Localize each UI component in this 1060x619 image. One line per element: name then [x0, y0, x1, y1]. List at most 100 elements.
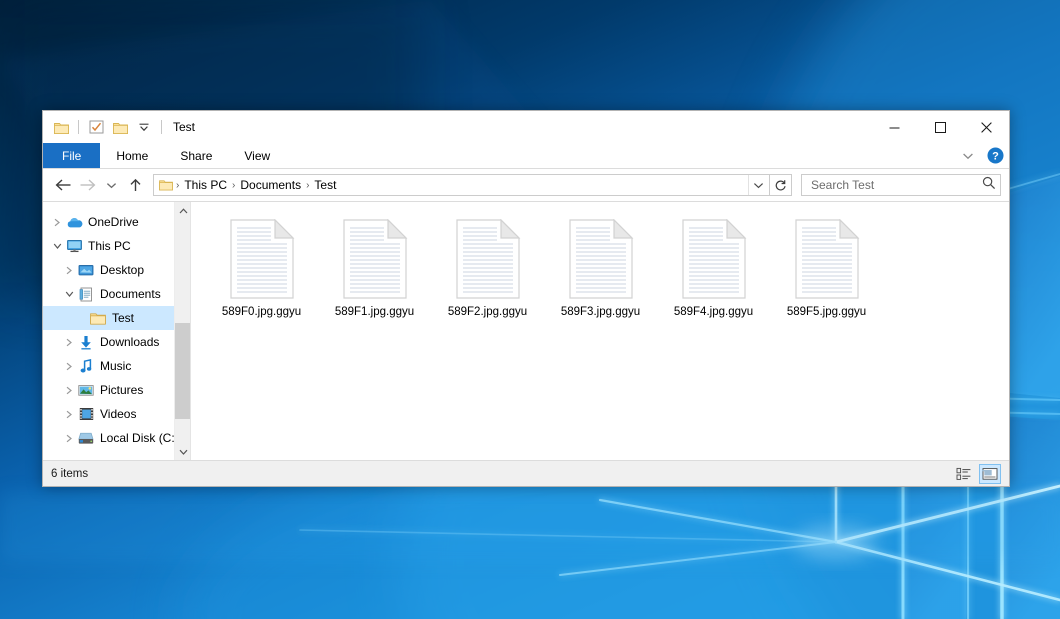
back-button[interactable]	[51, 173, 75, 197]
new-folder-icon[interactable]	[110, 117, 130, 137]
large-icons-view-button[interactable]	[979, 464, 1001, 484]
generic-file-icon	[455, 219, 521, 299]
search-icon[interactable]	[982, 176, 996, 195]
file-list-area[interactable]: 589F0.jpg.ggyu	[191, 202, 1009, 460]
breadcrumb-this-pc[interactable]: This PC	[180, 178, 231, 192]
sidebar-item-pictures[interactable]: Pictures	[43, 378, 190, 402]
close-button[interactable]	[963, 111, 1009, 143]
breadcrumb-documents[interactable]: Documents	[236, 178, 305, 192]
svg-text:?: ?	[992, 150, 999, 162]
sidebar-item-onedrive[interactable]: OneDrive	[43, 210, 190, 234]
folder-icon	[89, 310, 107, 326]
tab-view[interactable]: View	[228, 143, 286, 168]
desktop-icon	[77, 262, 95, 278]
ribbon-right-controls: ?	[957, 143, 1005, 168]
sidebar-item-label: This PC	[88, 239, 131, 253]
sidebar-item-label: Music	[100, 359, 131, 373]
navigation-pane-scrollbar[interactable]	[174, 202, 190, 460]
view-mode-buttons	[953, 461, 1001, 486]
scroll-up-arrow-icon[interactable]	[175, 202, 191, 219]
search-input[interactable]	[809, 177, 982, 193]
file-name-label: 589F4.jpg.ggyu	[674, 306, 753, 318]
minimize-button[interactable]	[871, 111, 917, 143]
details-view-button[interactable]	[953, 464, 975, 484]
file-name-label: 589F2.jpg.ggyu	[448, 306, 527, 318]
sidebar-item-label: Videos	[100, 407, 136, 421]
sidebar-item-music[interactable]: Music	[43, 354, 190, 378]
ribbon-tab-bar: File Home Share View ?	[43, 143, 1009, 169]
file-item[interactable]: 589F1.jpg.ggyu	[318, 216, 431, 324]
sidebar-item-test[interactable]: Test	[43, 306, 190, 330]
chevron-right-icon[interactable]	[61, 354, 77, 378]
file-name-label: 589F5.jpg.ggyu	[787, 306, 866, 318]
generic-file-icon	[794, 219, 860, 299]
chevron-right-icon[interactable]	[61, 378, 77, 402]
recent-locations-chevron-down-icon[interactable]	[99, 173, 123, 197]
scroll-down-arrow-icon[interactable]	[175, 443, 191, 460]
tab-home[interactable]: Home	[100, 143, 164, 168]
sidebar-item-label: Desktop	[100, 263, 144, 277]
file-item[interactable]: 589F3.jpg.ggyu	[544, 216, 657, 324]
sidebar-item-label: Test	[112, 311, 134, 325]
sidebar-item-label: Downloads	[100, 335, 159, 349]
sidebar-item-videos[interactable]: Videos	[43, 402, 190, 426]
status-bar: 6 items	[43, 460, 1009, 486]
scrollbar-thumb[interactable]	[175, 323, 191, 419]
file-item[interactable]: 589F4.jpg.ggyu	[657, 216, 770, 324]
sidebar-item-downloads[interactable]: Downloads	[43, 330, 190, 354]
navigation-pane: OneDrive This PC	[43, 202, 191, 460]
window-title: Test	[173, 120, 195, 134]
quick-access-toolbar	[43, 117, 165, 137]
sidebar-item-this-pc[interactable]: This PC	[43, 234, 190, 258]
breadcrumb-folder-icon[interactable]	[159, 179, 173, 191]
generic-file-icon	[568, 219, 634, 299]
help-icon[interactable]: ?	[985, 146, 1005, 166]
generic-file-icon	[229, 219, 295, 299]
disk-icon	[77, 430, 95, 446]
breadcrumb-bar[interactable]: › This PC › Documents › Test	[153, 174, 770, 196]
customize-chevron-icon[interactable]	[134, 117, 154, 137]
chevron-right-icon[interactable]	[61, 258, 77, 282]
generic-file-icon	[342, 219, 408, 299]
chevron-right-icon[interactable]	[61, 402, 77, 426]
file-item[interactable]: 589F2.jpg.ggyu	[431, 216, 544, 324]
chevron-right-icon[interactable]	[61, 330, 77, 354]
cloud-icon	[65, 214, 83, 230]
folder-icon[interactable]	[51, 117, 71, 137]
sidebar-item-documents[interactable]: Documents	[43, 282, 190, 306]
chevron-down-icon[interactable]	[49, 234, 65, 258]
refresh-button[interactable]	[770, 174, 792, 196]
monitor-icon	[65, 238, 83, 254]
search-box[interactable]	[801, 174, 1001, 196]
music-icon	[77, 358, 95, 374]
sidebar-item-label: Pictures	[100, 383, 143, 397]
file-item[interactable]: 589F0.jpg.ggyu	[205, 216, 318, 324]
title-bar: Test	[43, 111, 1009, 143]
address-bar-row: › This PC › Documents › Test	[43, 169, 1009, 201]
sidebar-item-label: OneDrive	[88, 215, 139, 229]
chevron-right-icon[interactable]	[61, 426, 77, 450]
qat-separator-2	[161, 120, 162, 134]
sidebar-item-desktop[interactable]: Desktop	[43, 258, 190, 282]
file-name-label: 589F1.jpg.ggyu	[335, 306, 414, 318]
tab-file[interactable]: File	[43, 143, 100, 168]
documents-icon	[77, 286, 95, 302]
download-icon	[77, 334, 95, 350]
breadcrumb-test[interactable]: Test	[310, 178, 340, 192]
forward-button[interactable]	[75, 173, 99, 197]
file-item[interactable]: 589F5.jpg.ggyu	[770, 216, 883, 324]
properties-icon[interactable]	[86, 117, 106, 137]
sidebar-item-local-disk-c[interactable]: Local Disk (C:)	[43, 426, 190, 450]
previous-locations-chevron-down-icon[interactable]	[748, 175, 767, 195]
chevron-right-icon[interactable]	[49, 210, 65, 234]
item-count-label: 6 items	[51, 468, 88, 480]
chevron-down-icon[interactable]	[61, 282, 77, 306]
qat-separator-1	[78, 120, 79, 134]
expand-ribbon-chevron-down-icon[interactable]	[957, 146, 979, 166]
maximize-button[interactable]	[917, 111, 963, 143]
window-controls	[871, 111, 1009, 143]
tab-share[interactable]: Share	[164, 143, 228, 168]
up-button[interactable]	[123, 173, 147, 197]
sidebar-item-label: Local Disk (C:)	[100, 431, 179, 445]
file-grid: 589F0.jpg.ggyu	[205, 216, 1009, 324]
